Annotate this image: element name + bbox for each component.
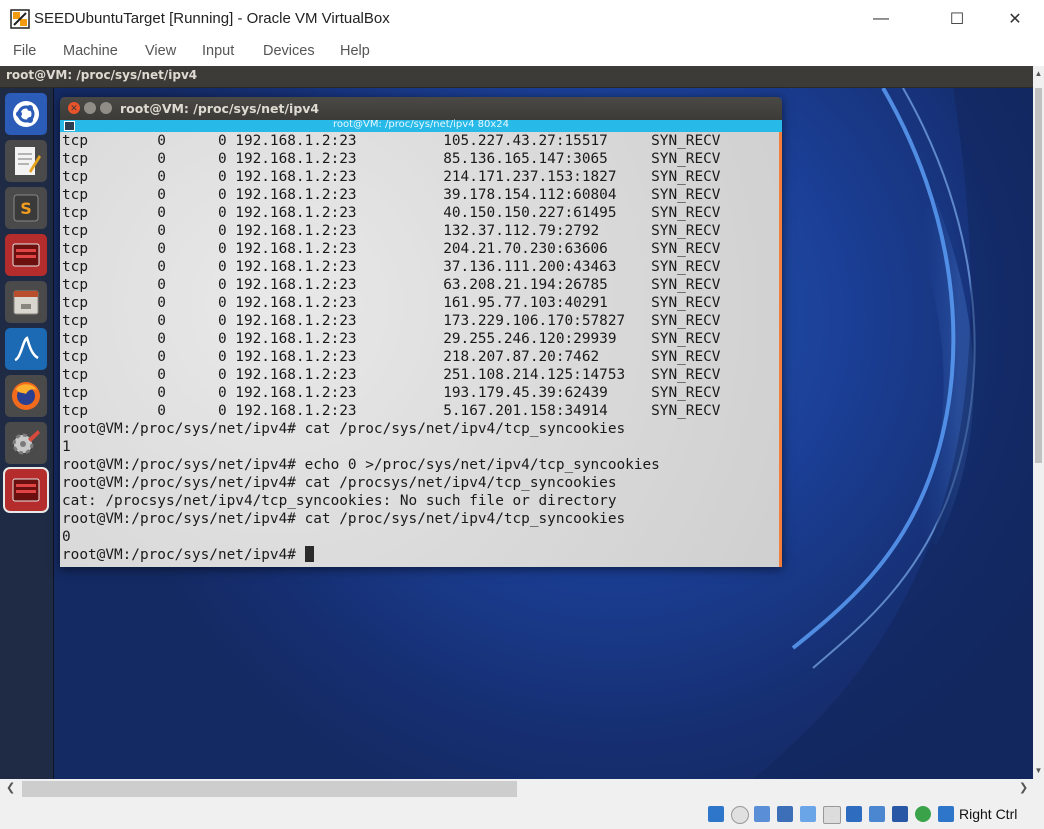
terminal-line: tcp 0 0 192.168.1.2:23 132.37.112.79:279… [62,223,721,239]
terminal-line: 1 [62,439,71,455]
menu-bar: File Machine View Input Devices Help [0,38,1044,66]
terminal-line: tcp 0 0 192.168.1.2:23 40.150.150.227:61… [62,205,721,221]
vm-display[interactable]: root@VM: /proc/sys/net/ipv4 S ✕ root@VM:… [0,66,1033,779]
terminal-line: tcp 0 0 192.168.1.2:23 173.229.106.170:5… [62,313,721,329]
ubuntu-launcher: S [0,88,54,779]
horizontal-scrollbar[interactable]: ❮ ❯ [0,779,1033,799]
scroll-down-icon[interactable]: ▼ [1034,766,1043,775]
terminal-info-bar: root@VM: /proc/sys/net/ipv4 80x24 [60,119,782,132]
text-editor-icon[interactable] [5,140,47,182]
display-icon[interactable] [846,806,862,822]
ubuntu-dash-icon[interactable] [5,93,47,135]
terminal-output[interactable]: tcp 0 0 192.168.1.2:23 105.227.43.27:155… [60,132,782,567]
terminal-line: root@VM:/proc/sys/net/ipv4# cat /proc/sy… [62,511,626,527]
terminal-line: tcp 0 0 192.168.1.2:23 105.227.43.27:155… [62,133,721,149]
terminal-prompt-line[interactable]: root@VM:/proc/sys/net/ipv4# [62,546,720,564]
terminal-line: root@VM:/proc/sys/net/ipv4# cat /procsys… [62,475,617,491]
sublime-text-icon[interactable]: S [5,187,47,229]
horizontal-scroll-thumb[interactable] [22,781,517,797]
terminal-line: tcp 0 0 192.168.1.2:23 214.171.237.153:1… [62,169,721,185]
terminal-line: tcp 0 0 192.168.1.2:23 161.95.77.103:402… [62,295,721,311]
terminal-title: root@VM: /proc/sys/net/ipv4 [120,101,320,116]
network-icon[interactable] [777,806,793,822]
cpu-virtualization-icon[interactable] [892,806,908,822]
window-titlebar: SEEDUbuntuTarget [Running] - Oracle VM V… [0,0,1044,38]
usb-icon[interactable] [800,806,816,822]
terminal-titlebar[interactable]: ✕ root@VM: /proc/sys/net/ipv4 [60,97,782,120]
scroll-up-icon[interactable]: ▲ [1034,69,1043,78]
hard-disk-icon[interactable] [708,806,724,822]
scrollbar-corner [1033,779,1044,799]
system-settings-icon[interactable] [5,422,47,464]
terminal-scrollbar[interactable] [779,132,782,567]
maximize-button[interactable]: ☐ [934,0,980,38]
terminal-line: tcp 0 0 192.168.1.2:23 204.21.70.230:636… [62,241,721,257]
shared-folders-icon[interactable] [823,806,841,824]
ubuntu-panel-title: root@VM: /proc/sys/net/ipv4 [6,68,198,82]
menu-input[interactable]: Input [202,43,234,59]
vertical-scrollbar[interactable]: ▲ ▼ [1033,66,1044,779]
optical-drive-icon[interactable] [731,806,749,824]
terminal-active-icon[interactable] [5,469,47,511]
virtualbox-app-icon [10,9,30,29]
scroll-left-icon[interactable]: ❮ [6,781,15,794]
minimize-button[interactable]: — [858,0,904,38]
menu-file[interactable]: File [13,43,36,59]
mouse-integration-icon[interactable] [915,806,931,822]
firefox-icon[interactable] [5,375,47,417]
terminal-cursor [304,546,314,562]
host-key-arrow-icon[interactable] [938,806,954,822]
audio-icon[interactable] [754,806,770,822]
terminal-line: tcp 0 0 192.168.1.2:23 218.207.87.20:746… [62,349,721,365]
terminal-line: tcp 0 0 192.168.1.2:23 63.208.21.194:267… [62,277,721,293]
menu-machine[interactable]: Machine [63,43,118,59]
terminal-line: tcp 0 0 192.168.1.2:23 5.167.201.158:349… [62,403,721,419]
wireshark-icon[interactable] [5,328,47,370]
terminal-close-button[interactable]: ✕ [68,102,80,114]
terminal-line: cat: /procsys/net/ipv4/tcp_syncookies: N… [62,493,617,509]
ubuntu-top-panel: root@VM: /proc/sys/net/ipv4 [0,66,1033,88]
terminal-minimize-button[interactable] [84,102,96,114]
terminal-subtitle: root@VM: /proc/sys/net/ipv4 80x24 [332,119,510,130]
terminal-maximize-button[interactable] [100,102,112,114]
terminal-lines: tcp 0 0 192.168.1.2:23 105.227.43.27:155… [62,132,720,564]
terminal-line: root@VM:/proc/sys/net/ipv4# echo 0 >/pro… [62,457,660,473]
menu-help[interactable]: Help [340,43,370,59]
terminal-line: tcp 0 0 192.168.1.2:23 37.136.111.200:43… [62,259,721,275]
terminal-line: tcp 0 0 192.168.1.2:23 251.108.214.125:1… [62,367,721,383]
vertical-scroll-thumb[interactable] [1035,88,1042,463]
terminal-line: tcp 0 0 192.168.1.2:23 193.179.45.39:624… [62,385,721,401]
video-capture-icon[interactable] [869,806,885,822]
terminal-prompt: root@VM:/proc/sys/net/ipv4# [62,547,305,563]
svg-text:S: S [20,199,32,218]
window-title: SEEDUbuntuTarget [Running] - Oracle VM V… [34,10,390,27]
terminal-icon[interactable] [5,234,47,276]
terminal-line: root@VM:/proc/sys/net/ipv4# cat /proc/sy… [62,421,626,437]
terminal-line: tcp 0 0 192.168.1.2:23 29.255.246.120:29… [62,331,721,347]
terminal-line: 0 [62,529,71,545]
status-bar: Right Ctrl [0,799,1044,829]
menu-devices[interactable]: Devices [263,43,315,59]
terminal-window[interactable]: ✕ root@VM: /proc/sys/net/ipv4 root@VM: /… [60,97,782,567]
scroll-right-icon[interactable]: ❯ [1019,781,1028,794]
close-button[interactable]: ✕ [992,0,1038,38]
menu-view[interactable]: View [145,43,176,59]
host-key-label: Right Ctrl [959,806,1018,822]
file-manager-icon[interactable] [5,281,47,323]
terminal-line: tcp 0 0 192.168.1.2:23 85.136.165.147:30… [62,151,721,167]
terminal-line: tcp 0 0 192.168.1.2:23 39.178.154.112:60… [62,187,721,203]
